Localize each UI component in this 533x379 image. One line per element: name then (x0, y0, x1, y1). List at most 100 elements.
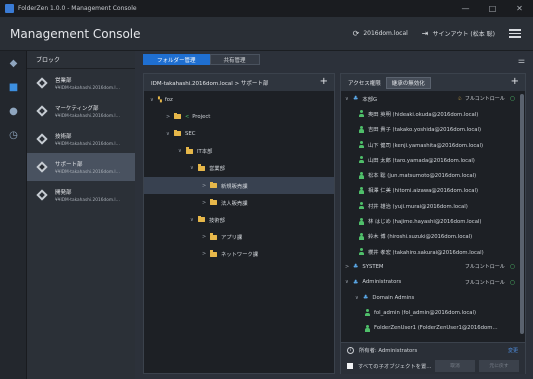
chevron-icon[interactable]: ∨ (150, 97, 158, 103)
block-name: 技術部 (55, 133, 72, 140)
folder-node[interactable]: > < Project (144, 108, 334, 125)
access-entry[interactable]: 山下 健司 (kenji.yamashita@2016dom.local) (341, 137, 525, 152)
tab-share-management[interactable]: 共有管理 (209, 54, 260, 65)
folder-label: 技術部 (209, 217, 225, 224)
permission-level: フルコントロール ○ (465, 263, 515, 270)
domain-indicator[interactable]: ⟳ 2016dom.local (353, 29, 408, 38)
chevron-icon[interactable]: > (166, 114, 174, 120)
apply-children-checkbox[interactable] (347, 362, 353, 369)
folder-node[interactable]: > 法人販売課 (144, 194, 334, 211)
disable-inheritance-button[interactable]: 継承の無効化 (385, 76, 431, 89)
chevron-icon[interactable]: ∨ (178, 148, 186, 154)
block-item[interactable]: 営業部 ¥¥IDM-takahashi.2016dom.l… (27, 69, 135, 97)
chevron-icon[interactable]: > (202, 234, 210, 240)
cancel-button[interactable]: 取消 (435, 359, 475, 372)
chevron-icon[interactable]: ∨ (345, 96, 353, 102)
access-entry[interactable]: 松本 聡 (jun.matsumoto@2016dom.local) (341, 167, 525, 182)
access-entry[interactable]: fol_admin (fol_admin@2016dom.local) (341, 305, 525, 320)
access-entry[interactable]: ∨ ♣ Administrators フルコントロール ○ (341, 275, 525, 290)
chevron-icon[interactable]: ∨ (190, 165, 198, 171)
block-icon (36, 161, 48, 173)
chevron-icon[interactable]: ∨ (166, 131, 174, 137)
folder-path: IDM-takahashi.2016dom.local > サポート部 (151, 80, 269, 87)
menu-icon[interactable] (509, 29, 521, 38)
block-icon (36, 105, 48, 117)
entry-label: 吉田 貴子 (takako.yoshida@2016dom.local) (368, 127, 482, 134)
folder-tree: ∨ ▚ foz > < Project ∨ SEC ∨ IT本部 ∨ 営業部 > 新規販売課 > 法人販売課 ∨… (144, 91, 334, 263)
status-ok-icon: ○ (509, 263, 515, 271)
block-item[interactable]: マーケティング部 ¥¥IDM-takahashi.2016dom.l… (27, 97, 135, 125)
block-item[interactable]: 技術部 ¥¥IDM-takahashi.2016dom.l… (27, 125, 135, 153)
chevron-icon[interactable]: > (202, 183, 210, 189)
add-permission-icon[interactable]: + (511, 76, 519, 87)
minimize-button[interactable]: — (452, 4, 479, 13)
user-icon (359, 171, 364, 179)
chevron-icon[interactable]: > (202, 251, 210, 257)
signout-button[interactable]: ⇥ サインアウト (松本 聡) (422, 29, 495, 38)
add-folder-icon[interactable]: + (320, 76, 328, 87)
chevron-icon[interactable]: > (202, 200, 210, 206)
tab-folder-management[interactable]: フォルダー管理 (143, 54, 210, 65)
access-entry[interactable]: 鈴木 博 (hiroshi.suzuki@2016dom.local) (341, 229, 525, 244)
owner-change-link[interactable]: 変更 (508, 347, 518, 354)
diamond-icon[interactable]: ◆ (7, 57, 20, 70)
folder-label: IT本部 (197, 149, 213, 156)
folder-node[interactable]: > 新規販売課 (144, 176, 334, 195)
user-icon (359, 156, 364, 164)
folder-node[interactable]: > ネットワーク課 (144, 246, 334, 263)
settings-sliders-icon[interactable]: ⚌ (518, 56, 525, 65)
block-icon (36, 133, 48, 145)
folder-nav-icon[interactable]: ■ (7, 81, 20, 94)
access-entry[interactable]: 櫻井 孝宏 (takahiro.sakurai@2016dom.local) (341, 244, 525, 259)
block-item[interactable]: 開発部 ¥¥IDM-takahashi.2016dom.l… (27, 181, 135, 209)
entry-label: Domain Admins (372, 294, 415, 301)
access-entry[interactable]: ∨ ♣ Domain Admins (341, 290, 525, 305)
folder-icon (174, 129, 181, 137)
access-entry[interactable]: 相澤 仁美 (hitomi.aizawa@2016dom.local) (341, 183, 525, 198)
access-header: アクセス権限 継承の無効化 + (341, 74, 525, 91)
folder-node[interactable]: ∨ ▚ foz (144, 91, 334, 108)
folder-node[interactable]: ∨ IT本部 (144, 143, 334, 160)
user-icon (365, 309, 370, 317)
access-entry[interactable]: 村井 雄治 (yuji.murai@2016dom.local) (341, 198, 525, 213)
folder-icon (210, 181, 217, 189)
entry-label: 山田 太郎 (taro.yamada@2016dom.local) (368, 157, 475, 164)
chevron-icon[interactable]: > (345, 264, 353, 270)
folder-label: SEC (185, 130, 196, 137)
revert-button[interactable]: 元に戻す (479, 359, 519, 372)
access-scrollbar[interactable] (520, 94, 524, 334)
access-entry[interactable]: 奥田 英明 (hideaki.okuda@2016dom.local) (341, 106, 525, 121)
permission-label: フルコントロール (464, 96, 505, 103)
close-button[interactable]: ✕ (506, 4, 533, 13)
share-icon: < (185, 113, 190, 120)
app-icon (5, 4, 14, 13)
folder-node[interactable]: ∨ 営業部 (144, 160, 334, 177)
entry-label: 奥田 英明 (hideaki.okuda@2016dom.local) (368, 111, 479, 118)
access-entry[interactable]: 山田 太郎 (taro.yamada@2016dom.local) (341, 152, 525, 167)
chevron-icon[interactable]: ∨ (345, 279, 353, 285)
access-entry[interactable]: > ♣ SYSTEM フルコントロール ○ (341, 259, 525, 274)
folder-label: アプリ課 (221, 235, 243, 242)
maximize-button[interactable]: □ (479, 4, 506, 13)
clock-nav-icon[interactable]: ◷ (7, 129, 20, 142)
user-nav-icon[interactable]: ● (7, 105, 20, 118)
chevron-icon[interactable]: ∨ (355, 295, 363, 301)
access-entry[interactable]: 林 はじめ (hajime.hayashi@2016dom.local) (341, 213, 525, 228)
entry-label: SYSTEM (362, 263, 384, 270)
access-entry[interactable]: FolderZenUser1 (FolderZenUser1@2016dom… (341, 320, 525, 335)
group-icon: ♣ (353, 95, 359, 103)
access-entry[interactable]: ∨ ♣ 本部G ♧ フルコントロール ○ (341, 91, 525, 106)
page-title: Management Console (10, 26, 141, 41)
permission-level: ♧ フルコントロール ○ (457, 95, 515, 102)
entry-label: 鈴木 博 (hiroshi.suzuki@2016dom.local) (368, 234, 473, 241)
folder-label: foz (164, 96, 173, 103)
block-icon (36, 189, 48, 201)
folder-node[interactable]: > アプリ課 (144, 229, 334, 246)
chevron-icon[interactable]: ∨ (190, 217, 198, 223)
block-item[interactable]: サポート部 ¥¥IDM-takahashi.2016dom.l… (27, 153, 135, 181)
folder-node[interactable]: ∨ SEC (144, 125, 334, 142)
tab-access-rights[interactable]: アクセス権限 (348, 79, 381, 87)
folder-node[interactable]: ∨ 技術部 (144, 211, 334, 228)
domain-label: 2016dom.local (363, 30, 408, 37)
access-entry[interactable]: 吉田 貴子 (takako.yoshida@2016dom.local) (341, 122, 525, 137)
